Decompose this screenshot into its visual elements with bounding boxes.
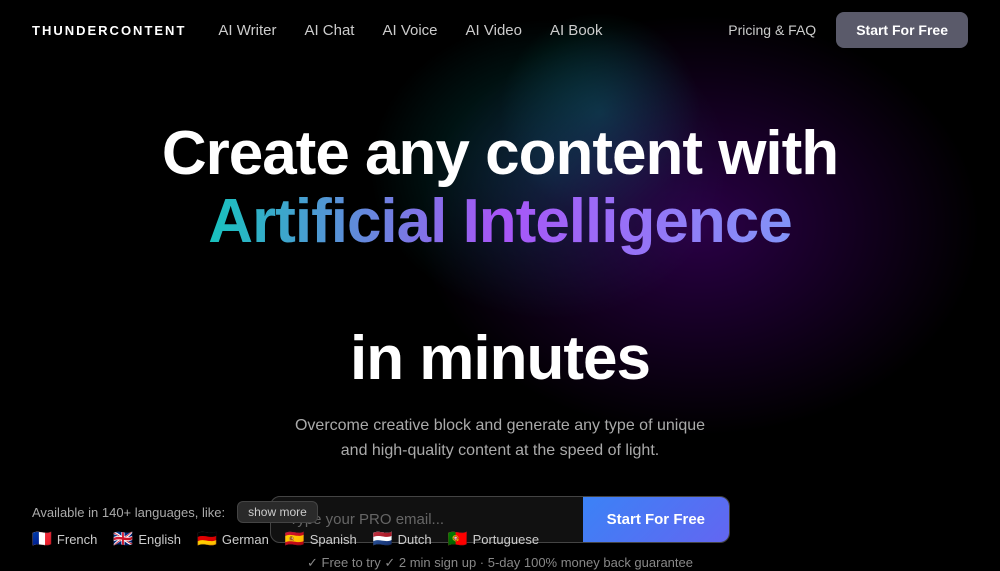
nav-ai-book[interactable]: AI Book — [550, 22, 603, 39]
flag-french: 🇫🇷 — [32, 529, 52, 549]
hero-title-gradient: Artificial Intelligence — [162, 188, 838, 256]
lang-french: 🇫🇷 French — [32, 529, 97, 549]
nav-links: AI Writer AI Chat AI Voice AI Video AI B… — [218, 22, 602, 39]
flag-english: 🇬🇧 — [113, 529, 133, 549]
hero-title: Create any content with Artificial Intel… — [162, 120, 838, 393]
lang-german: 🇩🇪 German — [197, 529, 269, 549]
nav-ai-chat[interactable]: AI Chat — [304, 22, 354, 39]
languages-label: Available in 140+ languages, like: — [32, 505, 225, 520]
lang-dutch-label: Dutch — [398, 532, 432, 547]
navbar: THUNDERCONTENT AI Writer AI Chat AI Voic… — [0, 0, 1000, 60]
pricing-link[interactable]: Pricing & FAQ — [728, 22, 816, 38]
logo: THUNDERCONTENT — [32, 23, 186, 38]
nav-ai-writer[interactable]: AI Writer — [218, 22, 276, 39]
lang-portuguese-label: Portuguese — [473, 532, 540, 547]
start-for-free-nav-button[interactable]: Start For Free — [836, 12, 968, 48]
flag-portuguese: 🇵🇹 — [448, 529, 468, 549]
lang-spanish-label: Spanish — [310, 532, 357, 547]
show-more-button[interactable]: show more — [237, 501, 318, 523]
lang-portuguese: 🇵🇹 Portuguese — [448, 529, 539, 549]
flag-german: 🇩🇪 — [197, 529, 217, 549]
flag-dutch: 🇳🇱 — [373, 529, 393, 549]
start-for-free-hero-button[interactable]: Start For Free — [583, 497, 729, 542]
hero-section: Create any content with Artificial Intel… — [0, 60, 1000, 571]
nav-ai-voice[interactable]: AI Voice — [382, 22, 437, 39]
hero-title-line1: Create any content with — [162, 119, 838, 188]
lang-row1: Available in 140+ languages, like: show … — [32, 501, 539, 523]
lang-german-label: German — [222, 532, 269, 547]
lang-dutch: 🇳🇱 Dutch — [373, 529, 432, 549]
nav-right: Pricing & FAQ Start For Free — [728, 12, 968, 48]
lang-items: 🇫🇷 French 🇬🇧 English 🇩🇪 German 🇪🇸 Spanis… — [32, 529, 539, 549]
hero-title-line3: in minutes — [350, 324, 650, 393]
lang-french-label: French — [57, 532, 97, 547]
languages-section: Available in 140+ languages, like: show … — [32, 501, 539, 549]
nav-ai-video[interactable]: AI Video — [466, 22, 522, 39]
hero-subtitle: Overcome creative block and generate any… — [290, 413, 710, 464]
lang-spanish: 🇪🇸 Spanish — [285, 529, 357, 549]
flag-spanish: 🇪🇸 — [285, 529, 305, 549]
lang-english-label: English — [138, 532, 181, 547]
lang-english: 🇬🇧 English — [113, 529, 181, 549]
